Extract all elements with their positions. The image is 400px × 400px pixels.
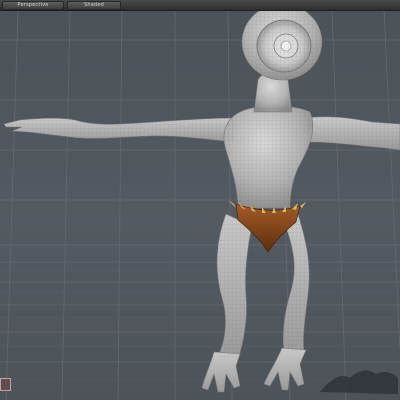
shading-mode-menu[interactable]: Shaded — [67, 0, 121, 10]
viewport-toolbar: Perspective Shaded — [0, 0, 400, 11]
view-mode-menu[interactable]: Perspective — [2, 0, 64, 10]
ground-grid — [0, 9, 400, 400]
logo-icon — [320, 370, 398, 394]
shading-mode-label: Shaded — [83, 2, 105, 8]
axis-icon[interactable] — [0, 378, 11, 391]
wireframe-overlay — [4, 4, 400, 360]
view-mode-label: Perspective — [17, 2, 49, 8]
3d-viewport[interactable]: Perspective Shaded — [0, 0, 400, 400]
right-foot[interactable] — [263, 347, 307, 391]
ground-grid-fine — [0, 251, 400, 381]
scene-canvas[interactable] — [0, 0, 400, 400]
